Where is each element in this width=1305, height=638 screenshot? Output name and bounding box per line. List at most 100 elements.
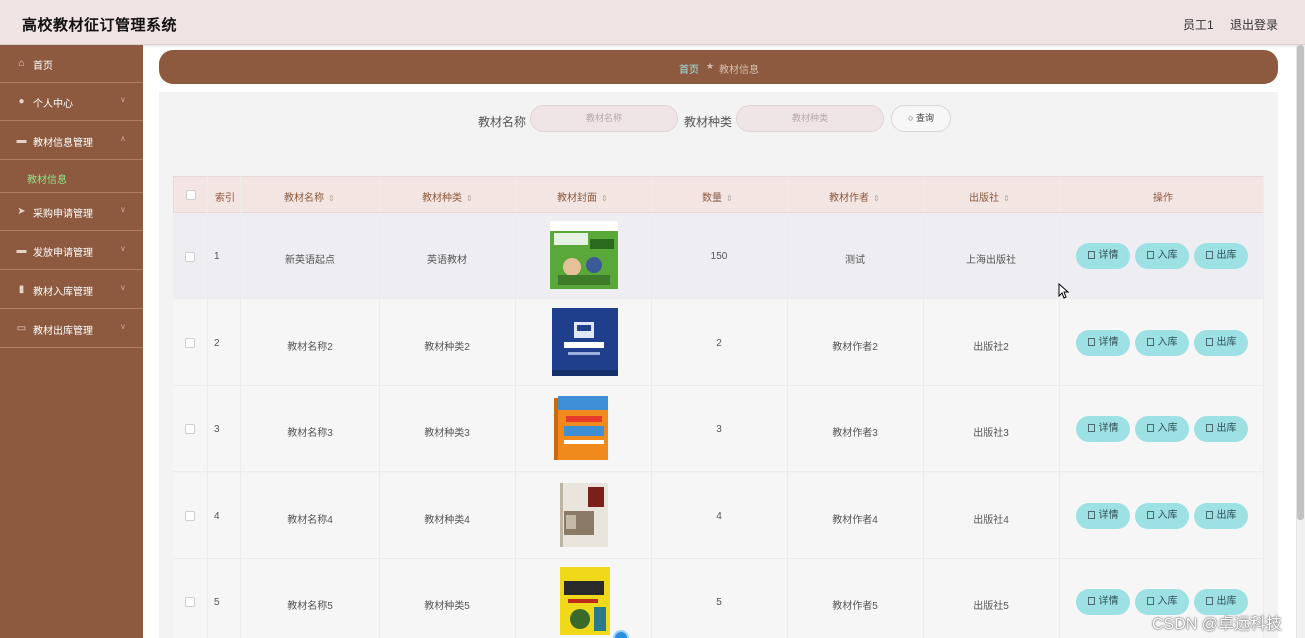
sidebar-item-profile[interactable]: ● 个人中心 ∨ [0, 83, 143, 121]
row-checkbox[interactable] [185, 511, 195, 521]
column-header-publisher[interactable]: 出版社 ⇕ [969, 189, 1010, 204]
detail-button[interactable]: 详情 [1076, 503, 1130, 529]
search-name-input[interactable]: 教材名称 [530, 105, 678, 132]
textbook-table: 索引 教材名称 ⇕ 教材种类 ⇕ 教材封面 ⇕ 数量 ⇕ 教材作者 ⇕ 出版社 ⇕ 操作 1… [173, 176, 1264, 638]
document-icon [1087, 424, 1095, 432]
detail-button[interactable]: 详情 [1076, 416, 1130, 442]
chat-icon: ▬ [16, 245, 27, 256]
row-checkbox[interactable] [185, 252, 195, 262]
row-author: 教材作者5 [832, 601, 878, 612]
row-publisher: 出版社3 [973, 428, 1009, 439]
stock-out-button[interactable]: 出库 [1194, 330, 1248, 356]
sidebar-item-purchase[interactable]: ➤ 采购申请管理 ∨ [0, 193, 143, 231]
select-all-checkbox[interactable] [186, 190, 196, 200]
sidebar-item-stock-in[interactable]: ▮ 教材入库管理 ∨ [0, 271, 143, 309]
sidebar-item-distribution[interactable]: ▬ 发放申请管理 ∨ [0, 232, 143, 270]
row-type: 教材种类2 [424, 342, 470, 353]
button-label: 入库 [1157, 510, 1178, 521]
column-header-label: 数量 [702, 193, 722, 204]
sidebar-item-home[interactable]: ⌂ 首页 [0, 45, 143, 83]
breadcrumb-current: 教材信息 [719, 65, 759, 76]
document-icon [1205, 424, 1213, 432]
sort-icon: ⇕ [873, 194, 880, 203]
column-header-quantity[interactable]: 数量 ⇕ [702, 189, 733, 204]
sort-icon: ⇕ [726, 194, 733, 203]
scrollbar-thumb[interactable] [1297, 45, 1304, 520]
stock-in-button[interactable]: 入库 [1135, 416, 1189, 442]
document-icon [1205, 338, 1213, 346]
mouse-cursor-icon [1058, 283, 1070, 299]
chevron-down-icon: ∨ [120, 283, 126, 292]
column-header-type[interactable]: 教材种类 ⇕ [422, 189, 473, 204]
sidebar-item-stock-out[interactable]: ▭ 教材出库管理 ∨ [0, 310, 143, 348]
sidebar-item-label: 采购申请管理 [33, 209, 93, 220]
column-header-cover[interactable]: 教材封面 ⇕ [557, 189, 608, 204]
row-author: 测试 [845, 255, 865, 266]
stock-out-button[interactable]: 出库 [1194, 243, 1248, 269]
book-cover-image [550, 308, 618, 376]
detail-button[interactable]: 详情 [1076, 243, 1130, 269]
chevron-up-icon: ∧ [120, 134, 126, 143]
button-label: 出库 [1216, 337, 1237, 348]
stock-in-button[interactable]: 入库 [1135, 503, 1189, 529]
row-checkbox[interactable] [185, 338, 195, 348]
query-button[interactable]: ○ 查询 [891, 105, 951, 132]
button-label: 详情 [1098, 250, 1119, 261]
row-publisher: 上海出版社 [966, 255, 1016, 266]
breadcrumb: 首页 ★ 教材信息 [159, 50, 1278, 84]
stock-in-button[interactable]: 入库 [1135, 330, 1189, 356]
row-quantity: 2 [716, 338, 722, 349]
sidebar-item-label: 教材信息管理 [33, 138, 93, 149]
button-label: 出库 [1216, 510, 1237, 521]
monitor-icon: ▭ [16, 323, 27, 334]
book-cover-image [550, 481, 618, 549]
table-row: 2 教材名称2 教材种类2 2 教材作者2 出版社2 详情 入库 出库 [173, 300, 1264, 386]
chevron-down-icon: ∨ [120, 322, 126, 331]
row-type: 教材种类3 [424, 428, 470, 439]
column-divider [787, 176, 788, 638]
sidebar-item-textbook-info[interactable]: ▬ 教材信息管理 ∧ [0, 122, 143, 160]
row-index: 3 [214, 424, 220, 435]
row-checkbox[interactable] [185, 424, 195, 434]
row-checkbox[interactable] [185, 597, 195, 607]
button-label: 详情 [1098, 510, 1119, 521]
watermark: CSDN @卓远科技 [1152, 616, 1283, 633]
column-header-author[interactable]: 教材作者 ⇕ [829, 189, 880, 204]
send-icon: ➤ [17, 206, 26, 217]
stock-in-button[interactable]: 入库 [1135, 243, 1189, 269]
sidebar-subitem-label: 教材信息 [27, 175, 67, 186]
table-row: 4 教材名称4 教材种类4 4 教材作者4 出版社4 详情 入库 出库 [173, 473, 1264, 559]
stock-out-button[interactable]: 出库 [1194, 503, 1248, 529]
column-header-name[interactable]: 教材名称 ⇕ [284, 189, 335, 204]
document-icon [1087, 597, 1095, 605]
document-icon [1087, 511, 1095, 519]
app-title: 高校教材征订管理系统 [22, 17, 178, 34]
detail-button[interactable]: 详情 [1076, 330, 1130, 356]
column-divider [1263, 176, 1264, 638]
document-icon [1146, 424, 1154, 432]
row-name: 教材名称5 [287, 601, 333, 612]
stock-out-button[interactable]: 出库 [1194, 416, 1248, 442]
column-divider [379, 176, 380, 638]
home-icon: ⌂ [18, 58, 25, 69]
column-header-label: 出版社 [969, 193, 999, 204]
row-author: 教材作者4 [832, 515, 878, 526]
row-publisher: 出版社4 [973, 515, 1009, 526]
document-icon [1146, 597, 1154, 605]
breadcrumb-home[interactable]: 首页 [679, 61, 699, 76]
sidebar: ⌂ 首页 ● 个人中心 ∨ ▬ 教材信息管理 ∧ 教材信息 ➤ 采购申请管理 ∨… [0, 45, 143, 638]
button-label: 详情 [1098, 596, 1119, 607]
column-header-label: 教材封面 [557, 193, 597, 204]
search-name-label: 教材名称 [478, 115, 527, 129]
sidebar-subitem-textbook-info[interactable]: 教材信息 [0, 160, 143, 193]
button-label: 入库 [1157, 423, 1178, 434]
row-index: 1 [214, 251, 220, 262]
detail-button[interactable]: 详情 [1076, 589, 1130, 615]
chevron-down-icon: ∨ [120, 205, 126, 214]
logout-link[interactable]: 退出登录 [1230, 16, 1278, 33]
column-header-index: 索引 [215, 193, 235, 204]
button-label: 详情 [1098, 337, 1119, 348]
column-header-label: 教材作者 [829, 193, 869, 204]
star-icon: ★ [706, 61, 715, 71]
search-type-input[interactable]: 教材种类 [736, 105, 884, 132]
